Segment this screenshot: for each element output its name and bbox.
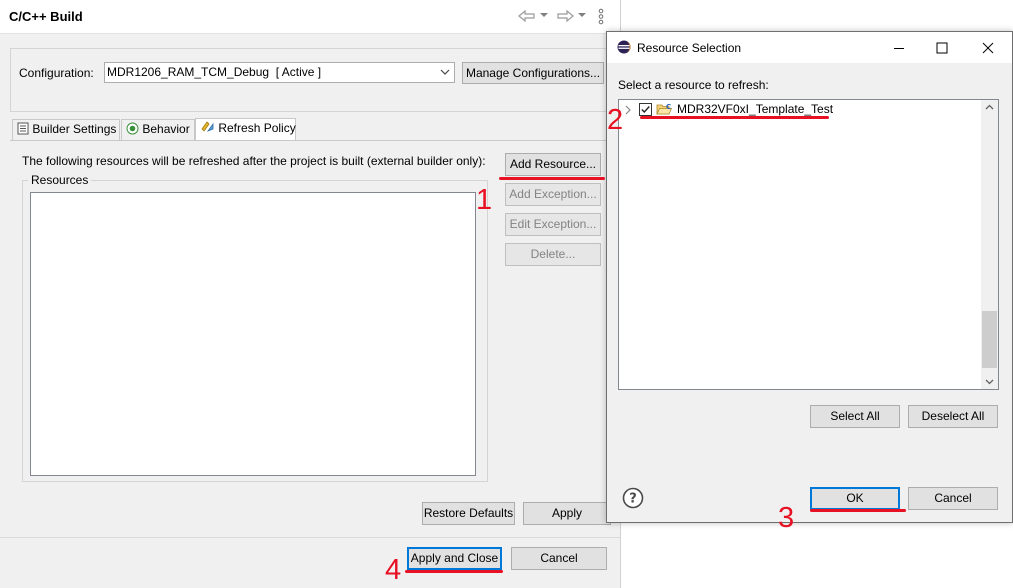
configuration-label: Configuration:: [19, 66, 94, 80]
annotation-underline-4: [405, 570, 503, 573]
ok-button[interactable]: OK: [810, 487, 900, 510]
vertical-ellipsis-icon[interactable]: [597, 8, 605, 25]
scroll-down-icon[interactable]: [985, 379, 994, 385]
resources-list[interactable]: [30, 192, 476, 476]
chevron-down-icon[interactable]: [539, 11, 549, 19]
tab-label: Refresh Policy: [218, 121, 296, 135]
annotation-underline-1: [499, 177, 605, 180]
annotation-step-1: 1: [476, 184, 493, 216]
annotation-step-3: 3: [778, 502, 795, 534]
dialog-title: Resource Selection: [637, 41, 742, 55]
deselect-all-button[interactable]: Deselect All: [908, 405, 998, 428]
arrow-right-icon[interactable]: [556, 9, 574, 23]
chevron-down-icon: [440, 69, 450, 75]
apply-button[interactable]: Apply: [523, 502, 611, 525]
close-icon[interactable]: [981, 41, 995, 55]
apply-and-close-button[interactable]: Apply and Close: [407, 547, 502, 570]
tab-behavior[interactable]: Behavior: [121, 119, 195, 140]
chevron-down-icon[interactable]: [577, 11, 587, 19]
restore-defaults-button[interactable]: Restore Defaults: [422, 502, 515, 525]
chevron-right-icon[interactable]: [624, 105, 632, 115]
minimize-icon[interactable]: [892, 41, 906, 55]
resource-selection-dialog: Resource Selection Select a resource to …: [606, 31, 1013, 523]
scrollbar-thumb[interactable]: [982, 311, 997, 368]
svg-text:?: ?: [629, 492, 637, 507]
manage-configurations-button[interactable]: Manage Configurations...: [462, 62, 604, 84]
resources-group-label: Resources: [28, 173, 92, 187]
tab-builder-settings[interactable]: Builder Settings: [12, 119, 120, 140]
cancel-button[interactable]: Cancel: [511, 547, 607, 570]
builder-settings-icon: [17, 122, 29, 135]
footer-separator: [0, 537, 620, 538]
properties-panel: C/C++ Build Configuration: MDR1206_RAM_T…: [0, 0, 621, 588]
page-title: C/C++ Build: [9, 9, 83, 24]
edit-exception-button[interactable]: Edit Exception...: [505, 213, 601, 236]
tree-item-label[interactable]: MDR32VF0xI_Template_Test: [677, 102, 833, 116]
configuration-select[interactable]: MDR1206_RAM_TCM_Debug [ Active ]: [104, 62, 455, 83]
annotation-underline-3: [810, 509, 906, 512]
tab-label: Behavior: [142, 122, 190, 136]
help-icon[interactable]: ?: [622, 487, 644, 509]
checkbox-checked-icon[interactable]: [639, 103, 652, 116]
annotation-step-4: 4: [385, 554, 402, 586]
arrow-left-icon[interactable]: [518, 9, 536, 23]
resource-tree[interactable]: C MDR32VF0xI_Template_Test: [618, 99, 999, 390]
svg-text:C: C: [666, 103, 671, 111]
configuration-value: MDR1206_RAM_TCM_Debug [ Active ]: [107, 65, 322, 79]
vertical-scrollbar[interactable]: [981, 100, 998, 389]
maximize-icon[interactable]: [935, 41, 949, 55]
dialog-cancel-button[interactable]: Cancel: [908, 487, 998, 510]
tab-label: Builder Settings: [32, 122, 117, 136]
annotation-step-2: 2: [607, 104, 624, 136]
delete-button[interactable]: Delete...: [505, 243, 601, 266]
eclipse-icon: [617, 40, 631, 54]
dialog-prompt: Select a resource to refresh:: [618, 78, 769, 92]
select-all-button[interactable]: Select All: [810, 405, 900, 428]
refresh-description: The following resources will be refreshe…: [22, 154, 486, 168]
add-resource-button[interactable]: Add Resource...: [505, 153, 601, 176]
add-exception-button[interactable]: Add Exception...: [505, 183, 601, 206]
tab-refresh-policy[interactable]: Refresh Policy: [195, 118, 296, 140]
behavior-radio-icon: [126, 122, 139, 135]
scroll-up-icon[interactable]: [985, 104, 994, 110]
annotation-underline-2: [640, 116, 829, 119]
refresh-policy-icon: [201, 121, 214, 132]
project-folder-icon: C: [656, 103, 673, 115]
